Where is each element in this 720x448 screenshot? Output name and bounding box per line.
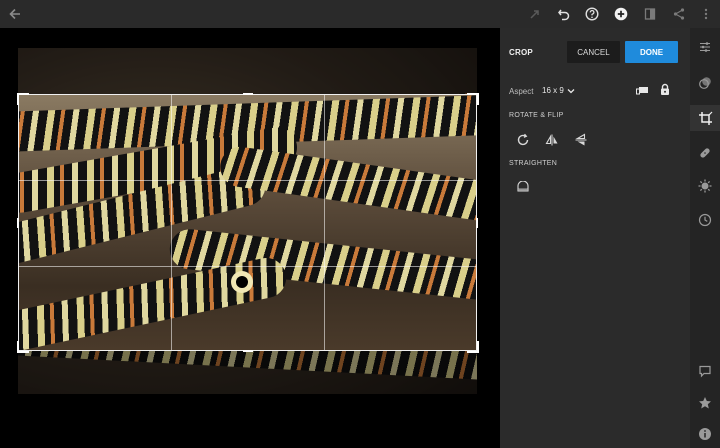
- undo-icon[interactable]: [555, 5, 573, 23]
- back-arrow-icon[interactable]: [6, 5, 24, 23]
- rotate-icon[interactable]: [515, 132, 531, 148]
- done-button[interactable]: DONE: [625, 41, 678, 63]
- image-canvas[interactable]: [0, 28, 500, 448]
- more-icon[interactable]: [697, 5, 715, 23]
- crop-handle-bottom-left[interactable]: [17, 341, 29, 353]
- tool-rail: [690, 28, 720, 448]
- grid-line: [171, 95, 172, 350]
- crop-handle-bottom[interactable]: [243, 350, 253, 352]
- straighten-label: STRAIGHTEN: [509, 160, 558, 167]
- crop-handle-right[interactable]: [476, 218, 478, 228]
- snake-eye: [231, 271, 253, 293]
- share-icon[interactable]: [670, 5, 688, 23]
- crop-panel: CROP CANCEL DONE Aspect 16 x 9 ROTATE & …: [500, 28, 690, 448]
- history-icon[interactable]: [696, 211, 714, 229]
- flip-horizontal-icon[interactable]: [544, 132, 560, 148]
- orientation-icon[interactable]: [634, 82, 650, 98]
- effects-icon[interactable]: [696, 177, 714, 195]
- crop-handle-top-right[interactable]: [467, 93, 479, 105]
- grid-line: [19, 266, 476, 267]
- crop-handle-top-left[interactable]: [17, 93, 29, 105]
- comment-icon[interactable]: [696, 362, 714, 380]
- crop-handle-top[interactable]: [243, 93, 253, 95]
- cancel-button[interactable]: CANCEL: [567, 41, 620, 63]
- aspect-value: 16 x 9: [542, 86, 564, 95]
- crop-icon[interactable]: [696, 109, 714, 127]
- chevron-down-icon: [567, 88, 575, 93]
- rotate-flip-label: ROTATE & FLIP: [509, 112, 564, 119]
- grid-line: [324, 95, 325, 350]
- top-toolbar: [0, 0, 720, 28]
- sliders-icon[interactable]: [696, 38, 714, 56]
- compare-icon[interactable]: [641, 5, 659, 23]
- panel-title: CROP: [509, 48, 533, 57]
- crop-handle-left[interactable]: [17, 218, 19, 228]
- aspect-label: Aspect: [509, 87, 534, 96]
- star-icon[interactable]: [696, 394, 714, 412]
- straighten-icon[interactable]: [515, 179, 531, 195]
- flip-vertical-icon[interactable]: [573, 132, 589, 148]
- aspect-dropdown[interactable]: 16 x 9: [542, 86, 575, 95]
- redo-icon[interactable]: [526, 5, 544, 23]
- help-icon[interactable]: [583, 5, 601, 23]
- crop-frame[interactable]: [18, 94, 477, 351]
- info-icon[interactable]: [696, 425, 714, 443]
- crop-handle-bottom-right[interactable]: [467, 341, 479, 353]
- grid-line: [19, 180, 476, 181]
- presets-icon[interactable]: [696, 74, 714, 92]
- lock-icon[interactable]: [657, 81, 673, 97]
- add-icon[interactable]: [612, 5, 630, 23]
- healing-icon[interactable]: [696, 144, 714, 162]
